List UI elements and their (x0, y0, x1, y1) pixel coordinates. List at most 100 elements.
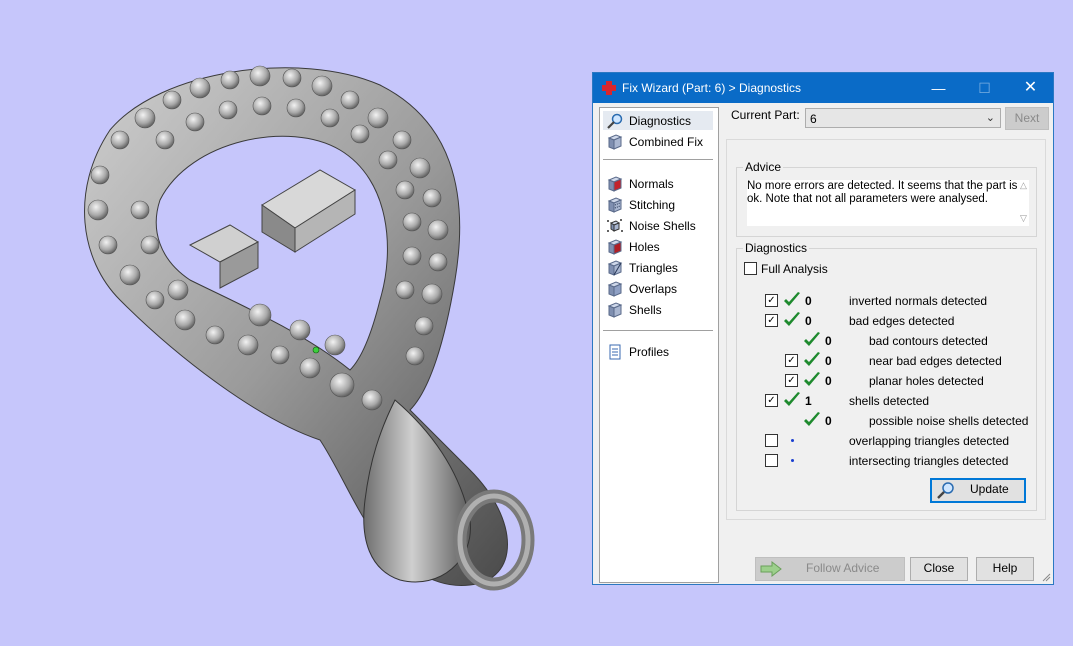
stitching-cube-icon (607, 196, 623, 213)
minimize-button[interactable]: — (916, 73, 961, 103)
triangles-cube-icon (607, 259, 623, 276)
diagnostic-label: bad edges detected (849, 314, 955, 328)
diagnostic-label: possible noise shells detected (869, 414, 1029, 428)
diagnostic-checkbox[interactable]: ✓ (765, 394, 778, 407)
nav-separator (603, 159, 713, 160)
help-button[interactable]: Help (976, 557, 1034, 581)
diagnostic-label: intersecting triangles detected (849, 454, 1009, 468)
nav-label: Overlaps (629, 281, 678, 296)
advice-scrollbar[interactable]: △ ▽ (1020, 180, 1032, 224)
scroll-up-icon[interactable]: △ (1020, 180, 1027, 191)
fix-wizard-dialog: Fix Wizard (Part: 6) > Diagnostics — ☐ ✕… (592, 72, 1054, 585)
diagnostic-checkbox[interactable]: ✓ (765, 294, 778, 307)
nav-item-normals[interactable]: Normals (603, 174, 713, 193)
diagnostic-label: near bad edges detected (869, 354, 1002, 368)
chevron-down-icon: ⌄ (985, 112, 995, 124)
overlaps-cube-icon (607, 280, 623, 297)
window-title: Fix Wizard (Part: 6) > Diagnostics (622, 81, 802, 95)
nav-item-stitching[interactable]: Stitching (603, 195, 713, 214)
diagnostic-count: 0 (825, 334, 832, 348)
maximize-button[interactable]: ☐ (962, 73, 1007, 103)
diagnostics-title: Diagnostics (743, 241, 810, 255)
normals-cube-icon (607, 175, 623, 192)
diagnostic-label: bad contours detected (869, 334, 988, 348)
noise-shells-icon (607, 218, 623, 232)
diagnostic-checkbox[interactable]: ✓ (765, 314, 778, 327)
green-check-icon (784, 392, 800, 406)
green-check-icon (804, 412, 820, 426)
diagnostic-count: 0 (825, 414, 832, 428)
current-part-value: 6 (810, 112, 817, 126)
diagnostics-group: Diagnostics Full Analysis ✓ 0 inverted nor… (736, 241, 1037, 511)
diagnostic-count: 0 (805, 314, 812, 328)
arrow-right-icon (760, 561, 782, 577)
diagnostics-panel: Advice No more errors are detected. It s… (726, 139, 1046, 520)
nav-label: Stitching (629, 197, 676, 212)
follow-advice-button[interactable]: Follow Advice (755, 557, 905, 581)
nav-item-triangles[interactable]: Triangles (603, 258, 713, 277)
wizard-navigation: Diagnostics Combined Fix Normals Stitchi… (599, 107, 719, 583)
nav-label: Shells (629, 302, 662, 317)
maximize-icon: ☐ (978, 80, 991, 96)
profiles-document-icon (609, 344, 621, 359)
next-button[interactable]: Next (1005, 107, 1049, 130)
diagnostic-count: 0 (825, 374, 832, 388)
nav-label: Profiles (629, 344, 670, 359)
update-label: Update (970, 482, 1009, 496)
nav-item-profiles[interactable]: Profiles (603, 342, 713, 361)
full-analysis-label: Full Analysis (761, 262, 828, 276)
green-check-icon (804, 352, 820, 366)
nav-item-shells[interactable]: Shells (603, 300, 713, 319)
cube-icon (607, 133, 623, 150)
diagnostic-label: overlapping triangles detected (849, 434, 1010, 448)
green-check-icon (804, 372, 820, 386)
close-button[interactable]: Close (910, 557, 968, 581)
scroll-down-icon[interactable]: ▽ (1020, 213, 1027, 224)
holes-cube-icon (607, 238, 623, 255)
green-check-icon (784, 312, 800, 326)
diagnostic-checkbox[interactable] (765, 434, 778, 447)
nav-label: Diagnostics (629, 113, 692, 128)
diagnostic-checkbox[interactable]: ✓ (785, 374, 798, 387)
3d-viewport[interactable] (0, 0, 590, 643)
title-bar[interactable]: Fix Wizard (Part: 6) > Diagnostics — ☐ ✕ (593, 73, 1053, 103)
full-analysis-checkbox[interactable] (744, 262, 757, 275)
nav-item-holes[interactable]: Holes (603, 237, 713, 256)
red-cross-app-icon (602, 81, 616, 95)
nav-separator (603, 330, 713, 331)
diagnostic-checkbox[interactable]: ✓ (785, 354, 798, 367)
pendant-model-render (84, 65, 535, 591)
nav-label: Normals (629, 176, 674, 191)
pending-dot-icon (791, 439, 794, 442)
diagnostic-label: inverted normals detected (849, 294, 988, 308)
shells-cube-icon (607, 301, 623, 318)
diagnostic-label: planar holes detected (869, 374, 984, 388)
close-window-button[interactable]: ✕ (1008, 73, 1053, 103)
nav-label: Triangles (629, 260, 678, 275)
nav-label: Combined Fix (629, 134, 704, 149)
magnifier-icon (937, 482, 954, 499)
diagnostic-count: 0 (825, 354, 832, 368)
advice-title: Advice (743, 160, 784, 174)
close-icon: ✕ (1023, 79, 1038, 96)
nav-label: Holes (629, 239, 660, 254)
minimize-icon: — (931, 80, 946, 96)
nav-item-combined-fix[interactable]: Combined Fix (603, 132, 713, 151)
green-check-icon (804, 332, 820, 346)
current-part-select[interactable]: 6 ⌄ (805, 108, 1001, 128)
nav-item-noise-shells[interactable]: Noise Shells (603, 216, 713, 235)
update-button[interactable]: Update (930, 478, 1026, 503)
diagnostic-count: 1 (805, 394, 812, 408)
magnifier-icon (607, 113, 623, 129)
nav-label: Noise Shells (629, 218, 696, 233)
advice-text: No more errors are detected. It seems th… (747, 180, 1029, 226)
diagnostic-count: 0 (805, 294, 812, 308)
diagnostic-checkbox[interactable] (765, 454, 778, 467)
advice-group: Advice No more errors are detected. It s… (736, 160, 1037, 237)
nav-item-diagnostics[interactable]: Diagnostics (603, 111, 713, 130)
nav-item-overlaps[interactable]: Overlaps (603, 279, 713, 298)
resize-grip-icon[interactable] (1041, 572, 1051, 582)
green-check-icon (784, 292, 800, 306)
current-part-label: Current Part: (731, 108, 800, 122)
diagnostic-label: shells detected (849, 394, 930, 408)
